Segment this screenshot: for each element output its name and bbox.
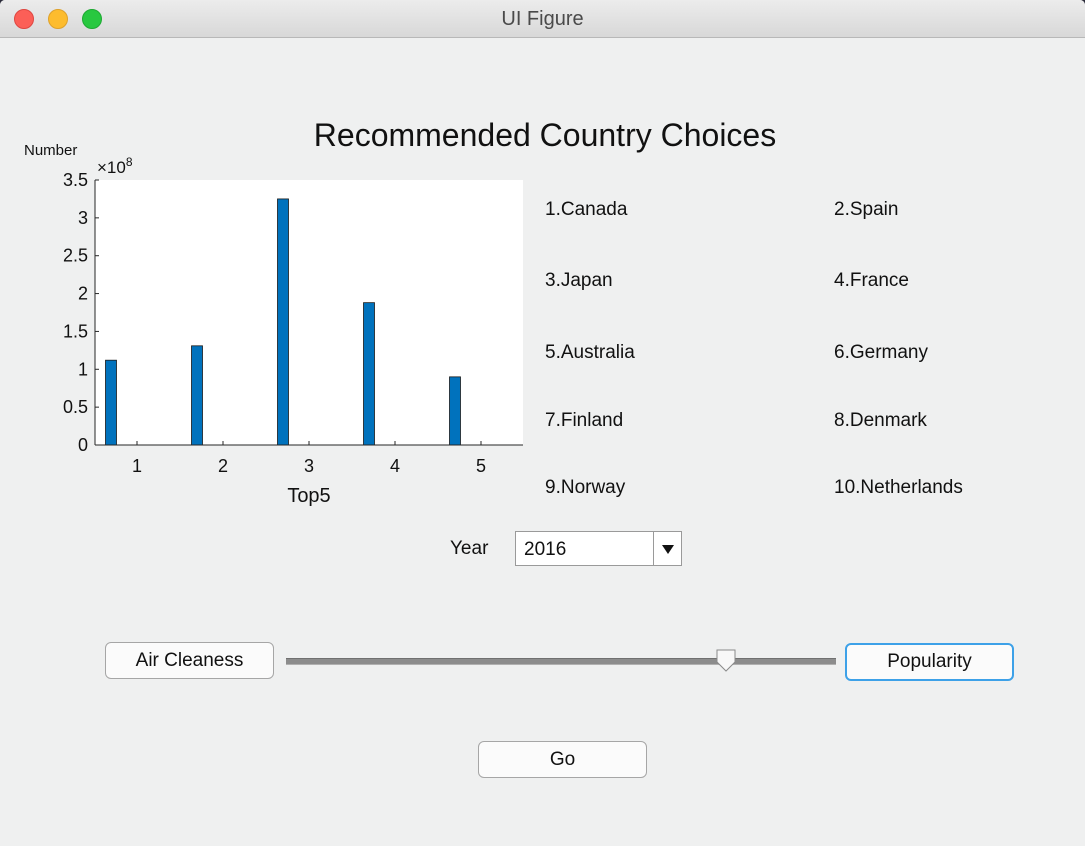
- y-axis-label: Number: [24, 142, 77, 159]
- preference-slider-track[interactable]: [286, 658, 836, 665]
- country-item: 10.Netherlands: [834, 477, 963, 498]
- country-item: 2.Spain: [834, 199, 899, 220]
- year-dropdown-value: 2016: [524, 539, 567, 560]
- bar-3: [277, 198, 289, 446]
- y-tick-label: 3: [78, 208, 88, 228]
- country-item: 3.Japan: [545, 270, 613, 291]
- exponent-power: 8: [126, 155, 133, 169]
- country-item: 4.France: [834, 270, 909, 291]
- year-dropdown[interactable]: 2016: [515, 531, 682, 566]
- bar-chart: Number ×108 0 0.5 1 1.5 2 2.5 3 3.5 1 2 3 4 5 Top5: [24, 142, 523, 507]
- title-bar: UI Figure: [0, 0, 1085, 38]
- popularity-button[interactable]: Popularity: [845, 643, 1014, 681]
- exponent-base: ×10: [97, 158, 126, 177]
- window-title: UI Figure: [501, 8, 584, 30]
- y-tick-label: 3.5: [63, 170, 88, 190]
- exponent-label: ×108: [97, 155, 133, 177]
- x-tick-label: 4: [390, 456, 400, 476]
- y-tick-label: 1: [78, 359, 88, 379]
- air-cleaness-button[interactable]: Air Cleaness: [105, 642, 274, 679]
- country-item: 9.Norway: [545, 477, 626, 498]
- y-tick-label: 2: [78, 284, 88, 304]
- y-tick-label: 1.5: [63, 321, 88, 341]
- y-tick-label: 2.5: [63, 246, 88, 266]
- y-tick-label: 0: [78, 435, 88, 455]
- bar-5: [449, 376, 461, 446]
- y-tick-label: 0.5: [63, 397, 88, 417]
- x-tick-label: 2: [218, 456, 228, 476]
- preference-slider-thumb[interactable]: [716, 649, 736, 673]
- year-label: Year: [450, 538, 489, 559]
- country-item: 8.Denmark: [834, 410, 927, 431]
- country-item: 1.Canada: [545, 199, 628, 220]
- x-tick-label: 3: [304, 456, 314, 476]
- country-item: 6.Germany: [834, 342, 928, 363]
- x-tick-label: 5: [476, 456, 486, 476]
- go-button[interactable]: Go: [478, 741, 647, 778]
- dropdown-arrow-icon[interactable]: [653, 532, 681, 565]
- x-axis-label: Top5: [287, 485, 330, 507]
- bar-2: [191, 345, 203, 446]
- x-tick-label: 1: [132, 456, 142, 476]
- bar-1: [105, 359, 117, 446]
- country-item: 7.Finland: [545, 410, 624, 431]
- ui-figure-window: UI Figure Recommended Country Choices Nu…: [0, 0, 1085, 846]
- country-item: 5.Australia: [545, 342, 635, 363]
- bar-4: [363, 302, 375, 446]
